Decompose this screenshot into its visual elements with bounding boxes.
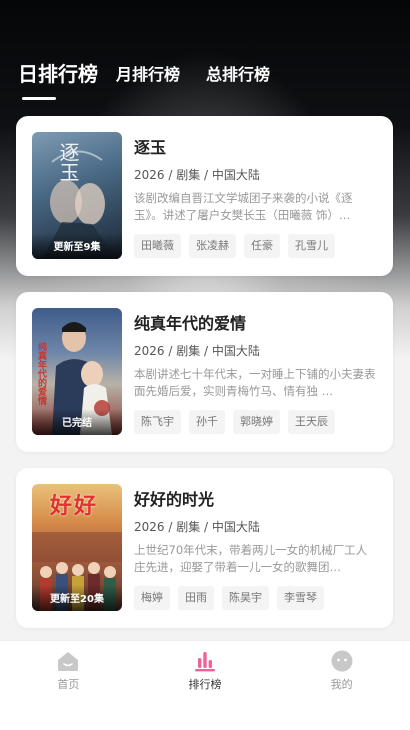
active-tab-indicator (22, 97, 56, 100)
drama-description: 本剧讲述七十年代末，一对睡上下铺的小夫妻表面先婚后爱，实则青梅竹马、情有独 … (134, 367, 376, 398)
ranking-tabs: 日排行榜 月排行榜 总排行榜 (18, 58, 296, 87)
cast-tag[interactable]: 张凌赫 (189, 234, 236, 258)
ranking-list: 逐玉 更新至9集 逐玉 2026 / 剧集 / 中国大陆 该剧改编自晋江文学城团… (16, 116, 393, 644)
cast-tags: 田曦薇 张凌赫 任豪 孔雪儿 (134, 234, 343, 258)
ranking-icon (195, 652, 215, 672)
drama-card[interactable]: 逐玉 更新至9集 逐玉 2026 / 剧集 / 中国大陆 该剧改编自晋江文学城团… (16, 116, 393, 276)
cast-tags: 梅婷 田雨 陈昊宇 李雪琴 (134, 586, 332, 610)
profile-icon (331, 650, 353, 672)
cast-tag[interactable]: 王天辰 (288, 410, 335, 434)
drama-card[interactable]: 好好 更新至20集 好好的时光 2026 / 剧集 / 中国大陆 上世纪70年代… (16, 468, 393, 628)
nav-ranking-label: 排行榜 (188, 678, 222, 691)
nav-profile-label: 我的 (330, 678, 353, 691)
cast-tag[interactable]: 梅婷 (134, 586, 170, 610)
cast-tag[interactable]: 田雨 (178, 586, 214, 610)
episode-status: 更新至9集 (32, 233, 122, 259)
cast-tag[interactable]: 陈飞宇 (134, 410, 181, 434)
cast-tag[interactable]: 田曦薇 (134, 234, 181, 258)
drama-card[interactable]: 纯真年代的爱情 已完结 纯真年代的爱情 2026 / 剧集 / 中国大陆 本剧讲… (16, 292, 393, 452)
home-icon (58, 652, 79, 671)
drama-poster[interactable]: 纯真年代的爱情 已完结 (32, 308, 122, 435)
drama-poster[interactable]: 好好 更新至20集 (32, 484, 122, 611)
cast-tag[interactable]: 任豪 (244, 234, 280, 258)
episode-status: 更新至20集 (32, 585, 122, 611)
cast-tag[interactable]: 李雪琴 (277, 586, 324, 610)
nav-home[interactable]: 首页 (0, 641, 137, 705)
poster-title-text: 纯真年代的爱情 (36, 342, 46, 405)
drama-description: 该剧改编自晋江文学城团子来袭的小说《逐玉》。讲述了屠户女樊长玉（田曦薇 饰）… (134, 191, 353, 222)
tab-monthly-ranking[interactable]: 月排行榜 (116, 61, 180, 87)
drama-meta: 2026 / 剧集 / 中国大陆 (134, 344, 260, 358)
drama-poster[interactable]: 逐玉 更新至9集 (32, 132, 122, 259)
nav-profile[interactable]: 我的 (273, 641, 410, 705)
cast-tag[interactable]: 孙千 (189, 410, 225, 434)
screen-bottom-area (0, 705, 410, 730)
cast-tags: 陈飞宇 孙千 郭晓婷 王天辰 (134, 410, 343, 434)
nav-ranking[interactable]: 排行榜 (137, 641, 274, 705)
tab-daily-ranking[interactable]: 日排行榜 (18, 58, 98, 87)
cast-tag[interactable]: 陈昊宇 (222, 586, 269, 610)
cast-tag[interactable]: 郭晓婷 (233, 410, 280, 434)
drama-title[interactable]: 纯真年代的爱情 (134, 310, 246, 334)
episode-status: 已完结 (32, 409, 122, 435)
drama-title[interactable]: 好好的时光 (134, 486, 214, 510)
poster-title-text: 好好 (50, 494, 99, 519)
nav-home-label: 首页 (57, 678, 80, 691)
drama-title[interactable]: 逐玉 (134, 134, 166, 158)
drama-description: 上世纪70年代末，带着两儿一女的机械厂工人庄先进，迎娶了带着一儿一女的歌舞团… (134, 543, 368, 574)
poster-title-text: 逐玉 (56, 142, 80, 182)
tab-overall-ranking[interactable]: 总排行榜 (206, 61, 270, 87)
cast-tag[interactable]: 孔雪儿 (288, 234, 335, 258)
bottom-navigation: 首页 排行榜 我的 (0, 640, 410, 705)
drama-meta: 2026 / 剧集 / 中国大陆 (134, 520, 260, 534)
drama-meta: 2026 / 剧集 / 中国大陆 (134, 168, 260, 182)
